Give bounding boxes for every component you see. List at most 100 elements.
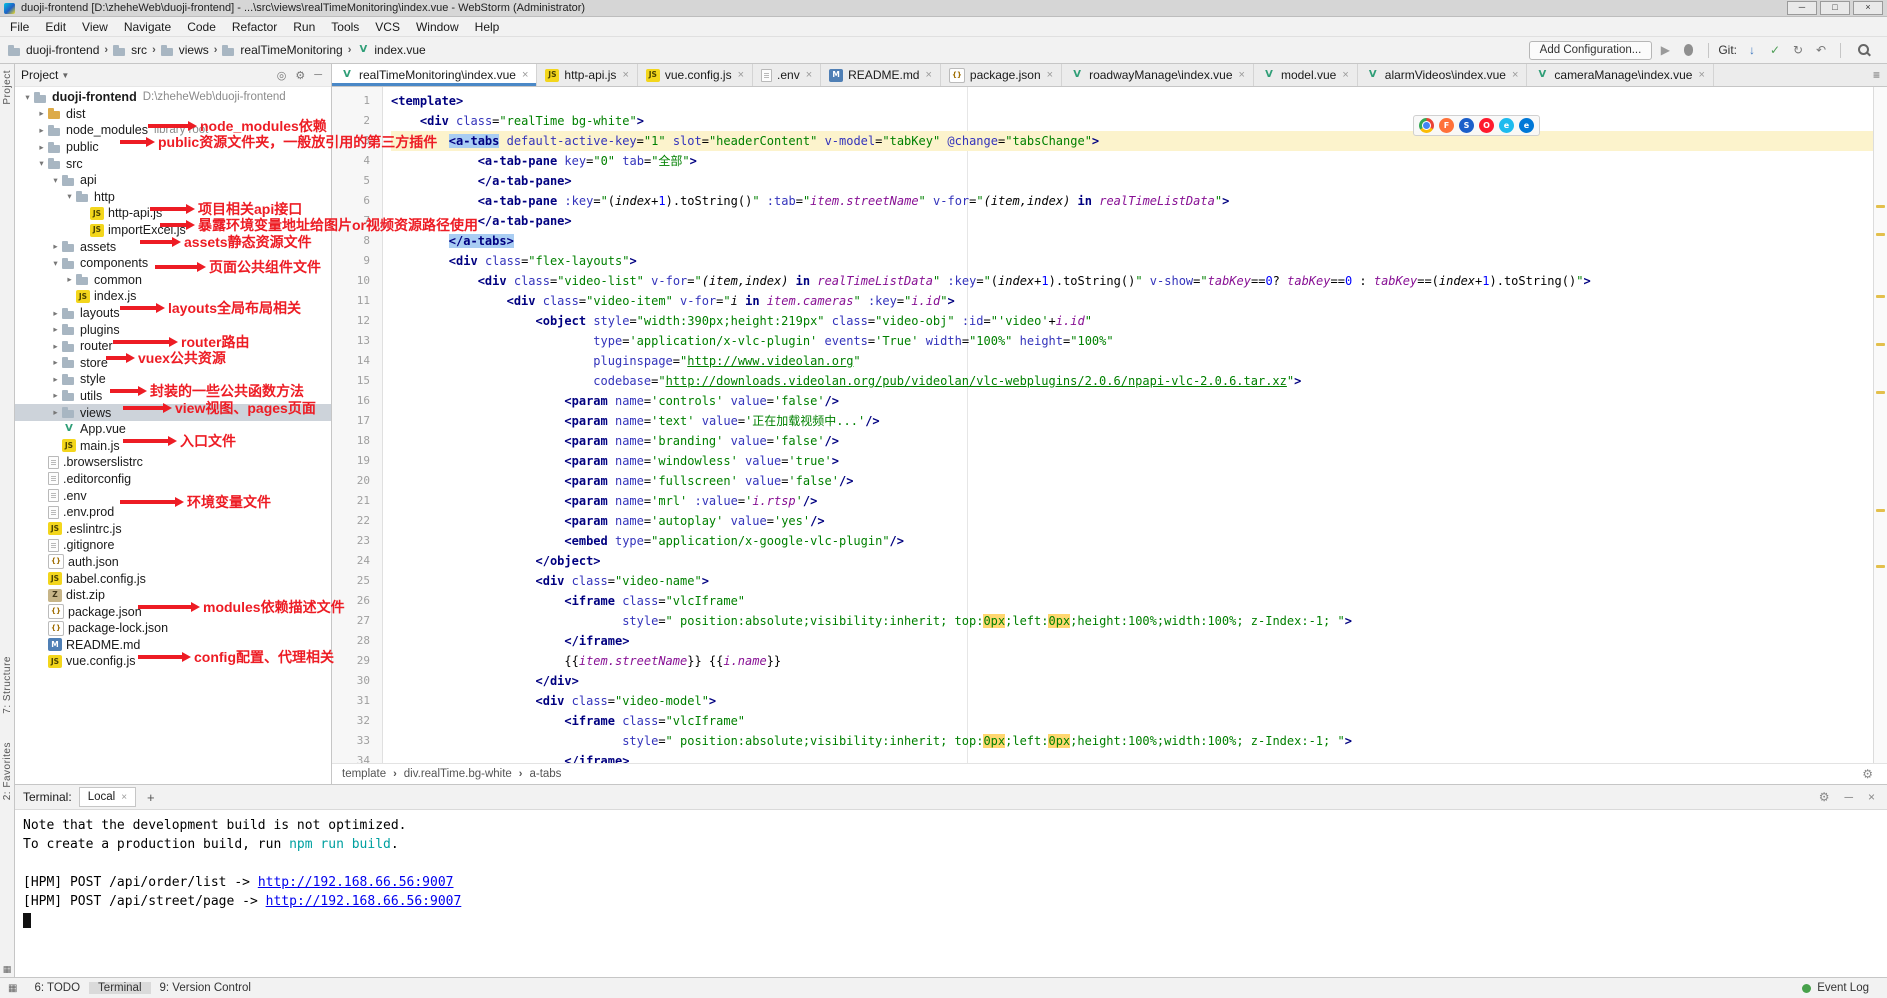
line-number[interactable]: 4: [332, 151, 382, 171]
line-number[interactable]: 32: [332, 711, 382, 731]
line-number[interactable]: 26: [332, 591, 382, 611]
tree-item-api[interactable]: ▾api: [15, 172, 331, 189]
menu-item-run[interactable]: Run: [285, 20, 323, 34]
tree-item-store[interactable]: ▸store: [15, 355, 331, 372]
line-number[interactable]: 10: [332, 271, 382, 291]
stripe-mark[interactable]: [1876, 233, 1885, 236]
menu-item-code[interactable]: Code: [179, 20, 224, 34]
menu-item-edit[interactable]: Edit: [37, 20, 74, 34]
git-update-icon[interactable]: ↓: [1742, 43, 1762, 57]
line-number[interactable]: 1: [332, 91, 382, 111]
tree-expand-arrow[interactable]: ▸: [49, 390, 62, 401]
close-button[interactable]: ×: [1853, 1, 1883, 15]
code-line-28[interactable]: </iframe>: [391, 631, 1873, 651]
tree-item-importExcel.js[interactable]: JSimportExcel.js: [15, 222, 331, 239]
line-number[interactable]: 6: [332, 191, 382, 211]
tool-window-switcher-icon[interactable]: ▦: [3, 964, 12, 975]
stripe-mark[interactable]: [1876, 565, 1885, 568]
toolbar-breadcrumb[interactable]: src: [113, 43, 147, 57]
line-number[interactable]: 7: [332, 211, 382, 231]
line-number[interactable]: 24: [332, 551, 382, 571]
tab-list-menu-icon[interactable]: ≡: [1866, 64, 1887, 86]
code-line-22[interactable]: <param name='autoplay' value='yes'/>: [391, 511, 1873, 531]
maximize-button[interactable]: □: [1820, 1, 1850, 15]
terminal-link[interactable]: http://192.168.66.56:9007: [266, 894, 462, 909]
debug-icon[interactable]: [1684, 44, 1693, 56]
tree-item-main.js[interactable]: JSmain.js: [15, 437, 331, 454]
statusbar-item-9-version-control[interactable]: 9: Version Control: [151, 982, 260, 994]
code-line-29[interactable]: {{item.streetName}} {{i.name}}: [391, 651, 1873, 671]
firefox-icon[interactable]: F: [1439, 118, 1454, 133]
tab-close-icon[interactable]: ×: [1047, 69, 1053, 81]
tool-button-favorites[interactable]: 2: Favorites: [2, 742, 13, 800]
tree-collapse-arrow[interactable]: ▾: [21, 92, 34, 103]
stripe-mark[interactable]: [1876, 205, 1885, 208]
tab-README.md[interactable]: MREADME.md×: [821, 64, 941, 86]
code-line-8[interactable]: </a-tabs>: [391, 231, 1873, 251]
terminal-tab-local[interactable]: Local ×: [79, 787, 136, 807]
code-line-13[interactable]: type='application/x-vlc-plugin' events='…: [391, 331, 1873, 351]
tree-item-.env.prod[interactable]: .env.prod: [15, 504, 331, 521]
code-line-15[interactable]: codebase="http://downloads.videolan.org/…: [391, 371, 1873, 391]
tree-item-babel.config.js[interactable]: JSbabel.config.js: [15, 570, 331, 587]
tree-item-public[interactable]: ▸public: [15, 139, 331, 156]
line-number[interactable]: 3: [332, 131, 382, 151]
event-log-button[interactable]: Event Log: [1817, 982, 1869, 994]
tree-expand-arrow[interactable]: ▸: [49, 357, 62, 368]
toolbar-breadcrumb[interactable]: views: [161, 43, 209, 57]
tree-item-auth.json[interactable]: {}auth.json: [15, 554, 331, 571]
tab-close-icon[interactable]: ×: [925, 69, 931, 81]
code-line-3[interactable]: <a-tabs default-active-key="1" slot="hea…: [391, 131, 1873, 151]
line-number[interactable]: 21: [332, 491, 382, 511]
tool-button-project[interactable]: Project: [2, 70, 13, 105]
code-line-1[interactable]: <template>: [391, 91, 1873, 111]
tree-item-.editorconfig[interactable]: .editorconfig: [15, 471, 331, 488]
gear-icon[interactable]: ⚙: [292, 69, 308, 82]
tree-item-views[interactable]: ▸views: [15, 404, 331, 421]
chevron-down-icon[interactable]: ▼: [61, 71, 69, 80]
tree-item-App.vue[interactable]: VApp.vue: [15, 421, 331, 438]
line-number[interactable]: 8: [332, 231, 382, 251]
tab-.env[interactable]: .env×: [753, 64, 821, 86]
tab-vue.config.js[interactable]: JSvue.config.js×: [638, 64, 753, 86]
project-panel-title[interactable]: Project: [21, 68, 58, 82]
terminal-settings-gear-icon[interactable]: ⚙: [1815, 790, 1834, 804]
statusbar-item-6-todo[interactable]: 6: TODO: [25, 982, 89, 994]
editor-breadcrumb[interactable]: a-tabs: [529, 768, 561, 780]
collapse-all-icon[interactable]: ─: [311, 69, 325, 81]
tree-item-plugins[interactable]: ▸plugins: [15, 321, 331, 338]
menu-item-refactor[interactable]: Refactor: [224, 20, 285, 34]
toolbar-breadcrumb[interactable]: realTimeMonitoring: [222, 43, 342, 57]
git-commit-icon[interactable]: ✓: [1765, 43, 1785, 57]
tab-package.json[interactable]: {}package.json×: [941, 64, 1062, 86]
code-line-23[interactable]: <embed type="application/x-google-vlc-pl…: [391, 531, 1873, 551]
line-number[interactable]: 28: [332, 631, 382, 651]
tool-window-grid-icon[interactable]: ▦: [8, 983, 17, 994]
line-number[interactable]: 23: [332, 531, 382, 551]
tree-item-layouts[interactable]: ▸layouts: [15, 305, 331, 322]
code-line-34[interactable]: </iframe>: [391, 751, 1873, 763]
tree-expand-arrow[interactable]: ▸: [49, 407, 62, 418]
tab-close-icon[interactable]: ×: [1239, 69, 1245, 81]
tool-button-structure[interactable]: 7: Structure: [2, 656, 13, 714]
breadcrumb-settings-gear-icon[interactable]: ⚙: [1858, 767, 1877, 781]
terminal-close-icon[interactable]: ×: [1864, 790, 1879, 804]
code-line-17[interactable]: <param name='text' value='正在加载视频中...'/>: [391, 411, 1873, 431]
editor-breadcrumb[interactable]: div.realTime.bg-white: [404, 768, 512, 780]
tab-close-icon[interactable]: ×: [1512, 69, 1518, 81]
search-everywhere-icon[interactable]: [1858, 44, 1871, 57]
tree-expand-arrow[interactable]: ▸: [49, 324, 62, 335]
tree-item-dist[interactable]: ▸dist: [15, 106, 331, 123]
stripe-mark[interactable]: [1876, 295, 1885, 298]
tab-roadwayManage-index.vue[interactable]: VroadwayManage\index.vue×: [1062, 64, 1254, 86]
tree-item-dist.zip[interactable]: Zdist.zip: [15, 587, 331, 604]
line-number[interactable]: 5: [332, 171, 382, 191]
tab-close-icon[interactable]: ×: [622, 69, 628, 81]
code-line-7[interactable]: </a-tab-pane>: [391, 211, 1873, 231]
code-line-30[interactable]: </div>: [391, 671, 1873, 691]
tree-expand-arrow[interactable]: ▸: [35, 125, 48, 136]
line-number[interactable]: 33: [332, 731, 382, 751]
code-line-14[interactable]: pluginspage="http://www.videolan.org": [391, 351, 1873, 371]
run-icon[interactable]: ▶: [1655, 43, 1675, 57]
line-number[interactable]: 16: [332, 391, 382, 411]
